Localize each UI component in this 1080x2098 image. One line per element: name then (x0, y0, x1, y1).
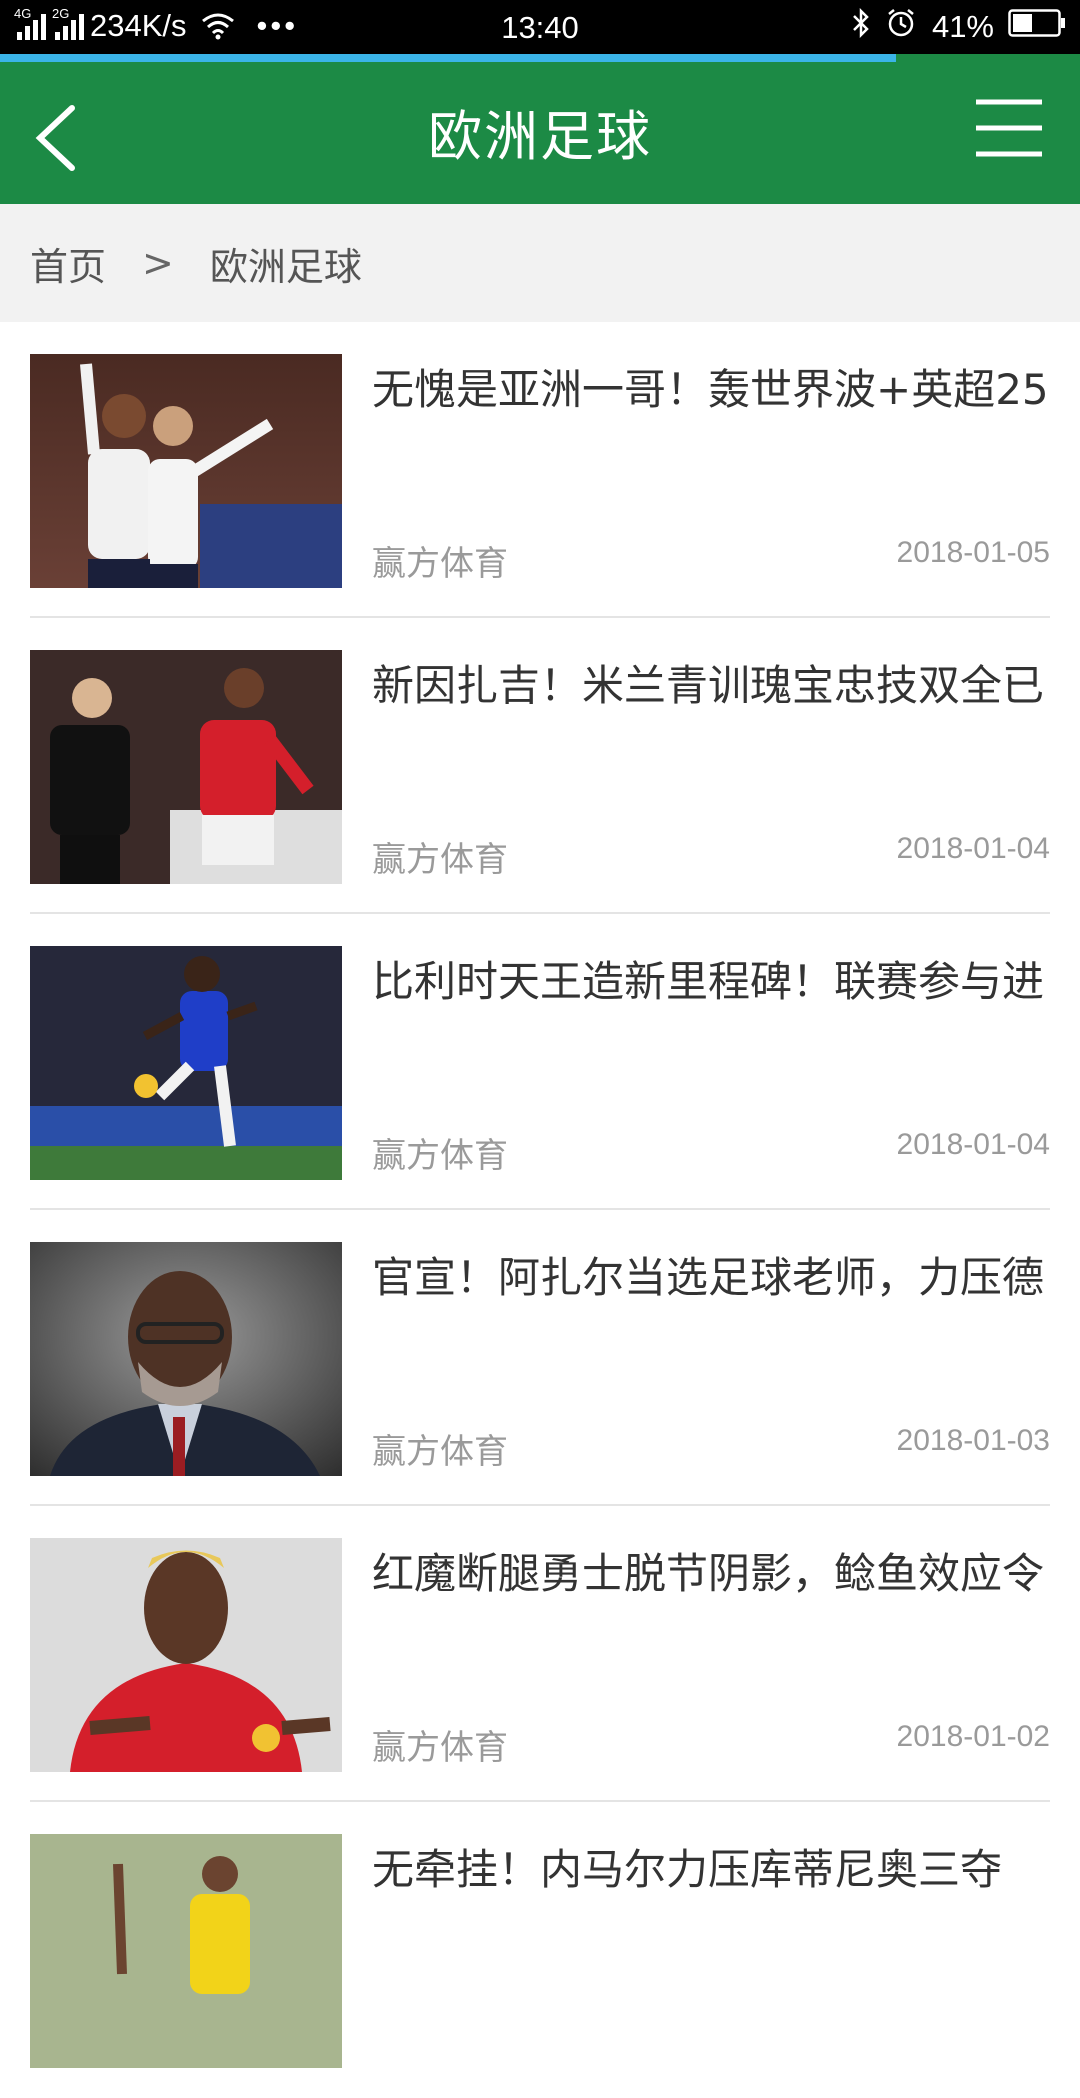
menu-button[interactable] (974, 98, 1044, 158)
news-title[interactable]: 无愧是亚洲一哥！轰世界波+英超25 (372, 354, 1052, 426)
battery-icon (1008, 9, 1066, 45)
news-source: 赢方体育 (372, 1432, 508, 1472)
app-header: 欧洲足球 (0, 62, 1080, 204)
news-title[interactable]: 无牵挂！内马尔力压库蒂尼奥三夺 (372, 1834, 1052, 1906)
news-thumbnail[interactable] (30, 354, 342, 588)
news-source: 赢方体育 (372, 1136, 508, 1176)
news-item[interactable]: 无愧是亚洲一哥！轰世界波+英超25 赢方体育 2018-01-05 (30, 322, 1050, 618)
news-item[interactable]: 无牵挂！内马尔力压库蒂尼奥三夺 (30, 1802, 1050, 2098)
page-title: 欧洲足球 (428, 105, 652, 168)
news-item[interactable]: 红魔断腿勇士脱节阴影，鲶鱼效应令 赢方体育 2018-01-02 (30, 1506, 1050, 1802)
breadcrumb-separator: > (142, 241, 174, 285)
news-source: 赢方体育 (372, 840, 508, 880)
news-source: 赢方体育 (372, 1728, 508, 1768)
bluetooth-icon (850, 7, 872, 46)
news-thumbnail[interactable] (30, 946, 342, 1180)
news-title[interactable]: 比利时天王造新里程碑！联赛参与进 (372, 946, 1052, 1018)
news-title[interactable]: 红魔断腿勇士脱节阴影，鲶鱼效应令 (372, 1538, 1052, 1610)
news-item[interactable]: 比利时天王造新里程碑！联赛参与进 赢方体育 2018-01-04 (30, 914, 1050, 1210)
news-thumbnail[interactable] (30, 1538, 342, 1772)
news-source: 赢方体育 (372, 544, 508, 584)
alarm-icon (886, 8, 916, 46)
page-load-progress (0, 54, 1080, 62)
news-date: 2018-01-03 (896, 1424, 1050, 1457)
news-thumbnail[interactable] (30, 1242, 342, 1476)
battery-percent: 41% (931, 9, 994, 44)
news-date: 2018-01-04 (896, 1128, 1050, 1161)
status-bar: 4G 2G 234K/s ••• 13:40 41% (0, 0, 1080, 54)
breadcrumb: 首页 > 欧洲足球 (0, 204, 1080, 322)
page-load-progress-fill (0, 54, 897, 62)
news-thumbnail[interactable] (30, 650, 342, 884)
news-title[interactable]: 官宣！阿扎尔当选足球老师，力压德 (372, 1242, 1052, 1314)
news-item[interactable]: 官宣！阿扎尔当选足球老师，力压德 赢方体育 2018-01-03 (30, 1210, 1050, 1506)
news-list: 无愧是亚洲一哥！轰世界波+英超25 赢方体育 2018-01-05 新因扎吉！米… (0, 322, 1080, 2098)
news-thumbnail[interactable] (30, 1834, 342, 2068)
news-date: 2018-01-04 (896, 832, 1050, 865)
news-date: 2018-01-02 (896, 1720, 1050, 1753)
breadcrumb-home-link[interactable]: 首页 (30, 236, 106, 291)
news-item[interactable]: 新因扎吉！米兰青训瑰宝忠技双全已 赢方体育 2018-01-04 (30, 618, 1050, 914)
breadcrumb-current: 欧洲足球 (209, 244, 362, 289)
news-date: 2018-01-05 (896, 536, 1050, 569)
hamburger-menu-icon (976, 99, 1042, 157)
news-title[interactable]: 新因扎吉！米兰青训瑰宝忠技双全已 (372, 650, 1052, 722)
